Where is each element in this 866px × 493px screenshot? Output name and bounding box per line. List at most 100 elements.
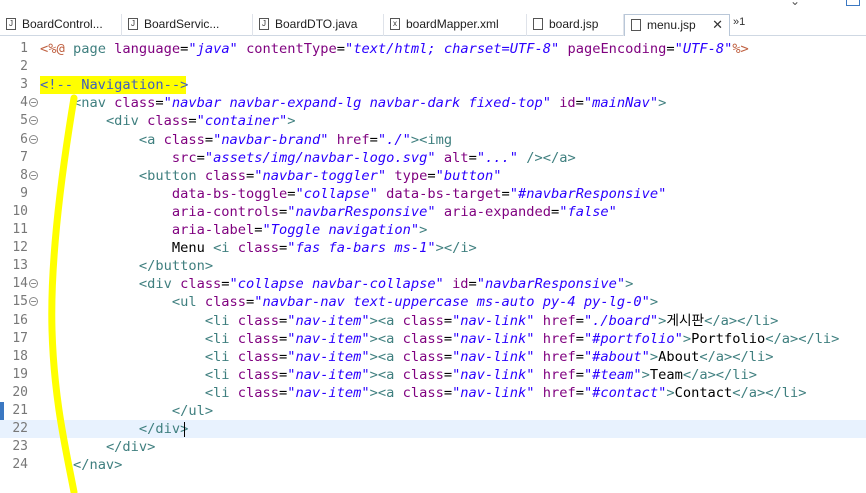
code-line[interactable]: 22 </div> <box>0 420 866 439</box>
tab-boardcontrol-[interactable]: J BoardControl... <box>0 14 122 36</box>
code-line[interactable]: 14− <div class="collapse navbar-collapse… <box>0 275 866 293</box>
code-line[interactable]: 2 <box>0 58 866 76</box>
code-text: <li class="nav-item"><a class="nav-link"… <box>204 384 807 401</box>
line-number: 24 <box>12 457 28 473</box>
code-text: </nav> <box>72 457 123 474</box>
line-number: 22 <box>12 421 28 437</box>
line-number: 16 <box>12 312 28 328</box>
text-cursor <box>184 422 185 438</box>
line-number: 2 <box>20 59 28 75</box>
line-number: 20 <box>12 384 28 400</box>
line-number: 19 <box>12 366 28 382</box>
line-number: 4 <box>20 95 28 111</box>
tab-label: menu.jsp <box>647 18 696 32</box>
tab-label: BoardControl... <box>22 17 103 31</box>
line-number: 3 <box>20 77 28 93</box>
code-text: <li class="nav-item"><a class="nav-link"… <box>204 330 840 347</box>
code-text: src="assets/img/navbar-logo.svg" alt="..… <box>171 149 576 166</box>
code-line[interactable]: 9 data-bs-toggle="collapse" data-bs-targ… <box>0 185 866 203</box>
line-number: 9 <box>20 185 28 201</box>
code-text: </ul> <box>171 403 214 419</box>
fold-toggle-icon[interactable]: − <box>29 170 38 180</box>
fold-toggle-icon[interactable]: − <box>29 116 38 126</box>
tab-boardmapper-xml[interactable]: x boardMapper.xml <box>384 14 527 36</box>
jsp-file-icon <box>533 18 543 30</box>
code-text: <div class="container"> <box>105 113 296 130</box>
code-text: <!-- Navigation--> <box>40 77 189 94</box>
jsp-file-icon <box>631 19 641 31</box>
code-line[interactable]: 24 </nav> <box>0 456 866 474</box>
code-line[interactable]: 20 <li class="nav-item"><a class="nav-li… <box>0 384 866 402</box>
perspective-icon[interactable] <box>846 0 860 6</box>
line-number: 10 <box>12 203 28 219</box>
code-text: <a class="navbar-brand" href="./"><img <box>138 131 453 148</box>
line-number: 14 <box>12 276 28 292</box>
code-text: aria-label="Toggle navigation"> <box>171 222 428 238</box>
code-line[interactable]: 17 <li class="nav-item"><a class="nav-li… <box>0 330 866 348</box>
code-text: <button class="navbar-toggler" type="but… <box>138 167 502 184</box>
tab-label: BoardServic... <box>144 17 220 31</box>
code-text: </div> <box>138 421 189 438</box>
code-text: </button> <box>138 258 214 275</box>
line-number: 13 <box>12 258 28 274</box>
code-text: <ul class="navbar-nav text-uppercase ms-… <box>171 294 659 311</box>
line-number: 23 <box>12 439 28 455</box>
code-line[interactable]: 1 <%@ page language="java" contentType="t… <box>0 40 866 58</box>
code-line[interactable]: 3 <!-- Navigation--> <box>0 76 866 95</box>
code-line[interactable]: 8− <button class="navbar-toggler" type="… <box>0 167 866 185</box>
line-number: 6 <box>20 131 28 147</box>
code-text: <li class="nav-item"><a class="nav-link"… <box>204 312 779 329</box>
code-line[interactable]: 6− <a class="navbar-brand" href="./"><im… <box>0 131 866 149</box>
line-number: 18 <box>12 348 28 364</box>
line-number: 1 <box>20 41 28 56</box>
xml-file-icon: x <box>390 18 400 30</box>
code-line[interactable]: 12 Menu <i class="fas fa-bars ms-1"></i> <box>0 239 866 257</box>
tab-boardservic-[interactable]: J BoardServic... <box>122 14 253 36</box>
code-line[interactable]: 15− <ul class="navbar-nav text-uppercase… <box>0 293 866 311</box>
java-file-icon: J <box>259 18 269 30</box>
code-text: <li class="nav-item"><a class="nav-link"… <box>204 348 774 365</box>
tab-boarddto-java[interactable]: J BoardDTO.java <box>253 14 384 36</box>
tab-label: boardMapper.xml <box>406 17 499 31</box>
code-line[interactable]: 11 aria-label="Toggle navigation"> <box>0 221 866 239</box>
code-line[interactable]: 18 <li class="nav-item"><a class="nav-li… <box>0 348 866 366</box>
line-number: 21 <box>12 403 28 418</box>
code-text: <%@ page language="java" contentType="te… <box>40 41 749 57</box>
code-line[interactable]: 7 src="assets/img/navbar-logo.svg" alt="… <box>0 149 866 167</box>
minimize-icon[interactable]: ⌄ <box>790 0 800 8</box>
tab-board-jsp[interactable]: board.jsp <box>527 14 624 36</box>
java-file-icon: J <box>128 18 138 30</box>
code-line[interactable]: 21 </ul> <box>0 402 866 420</box>
tab-menu-jsp[interactable]: menu.jsp ✕ <box>624 14 730 36</box>
code-editor[interactable]: 1 <%@ page language="java" contentType="t… <box>0 38 866 493</box>
code-text: </div> <box>105 439 156 456</box>
java-file-icon: J <box>6 18 16 30</box>
tab-label: BoardDTO.java <box>275 17 358 31</box>
tab-overflow-button[interactable]: »1 <box>733 16 745 28</box>
code-text: Menu <i class="fas fa-bars ms-1"></i> <box>40 240 477 257</box>
code-line[interactable]: 16 <li class="nav-item"><a class="nav-li… <box>0 312 866 330</box>
line-number: 8 <box>20 167 28 183</box>
close-icon[interactable]: ✕ <box>712 17 723 33</box>
code-text: <div class="collapse navbar-collapse" id… <box>138 276 634 293</box>
line-number: 11 <box>12 222 28 237</box>
code-line[interactable]: 13 </button> <box>0 257 866 275</box>
fold-toggle-icon[interactable]: − <box>29 98 38 108</box>
code-text: data-bs-toggle="collapse" data-bs-target… <box>171 185 667 202</box>
code-line[interactable]: 4− <nav class="navbar navbar-expand-lg n… <box>0 94 866 112</box>
fold-toggle-icon[interactable]: − <box>29 134 38 144</box>
fold-toggle-icon[interactable]: − <box>29 297 38 307</box>
fold-toggle-icon[interactable]: − <box>29 279 38 289</box>
line-number: 15 <box>12 294 28 310</box>
code-line[interactable]: 10 aria-controls="navbarResponsive" aria… <box>0 203 866 221</box>
code-text: aria-controls="navbarResponsive" aria-ex… <box>171 203 617 220</box>
line-number: 5 <box>20 113 28 129</box>
code-line[interactable]: 19 <li class="nav-item"><a class="nav-li… <box>0 366 866 384</box>
line-number: 17 <box>12 330 28 346</box>
code-text: <li class="nav-item"><a class="nav-link"… <box>204 366 758 383</box>
line-number: 7 <box>20 149 28 165</box>
tab-label: board.jsp <box>549 17 599 31</box>
code-text: <nav class="navbar navbar-expand-lg navb… <box>72 95 667 112</box>
code-line[interactable]: 23 </div> <box>0 438 866 456</box>
code-line[interactable]: 5− <div class="container"> <box>0 112 866 130</box>
